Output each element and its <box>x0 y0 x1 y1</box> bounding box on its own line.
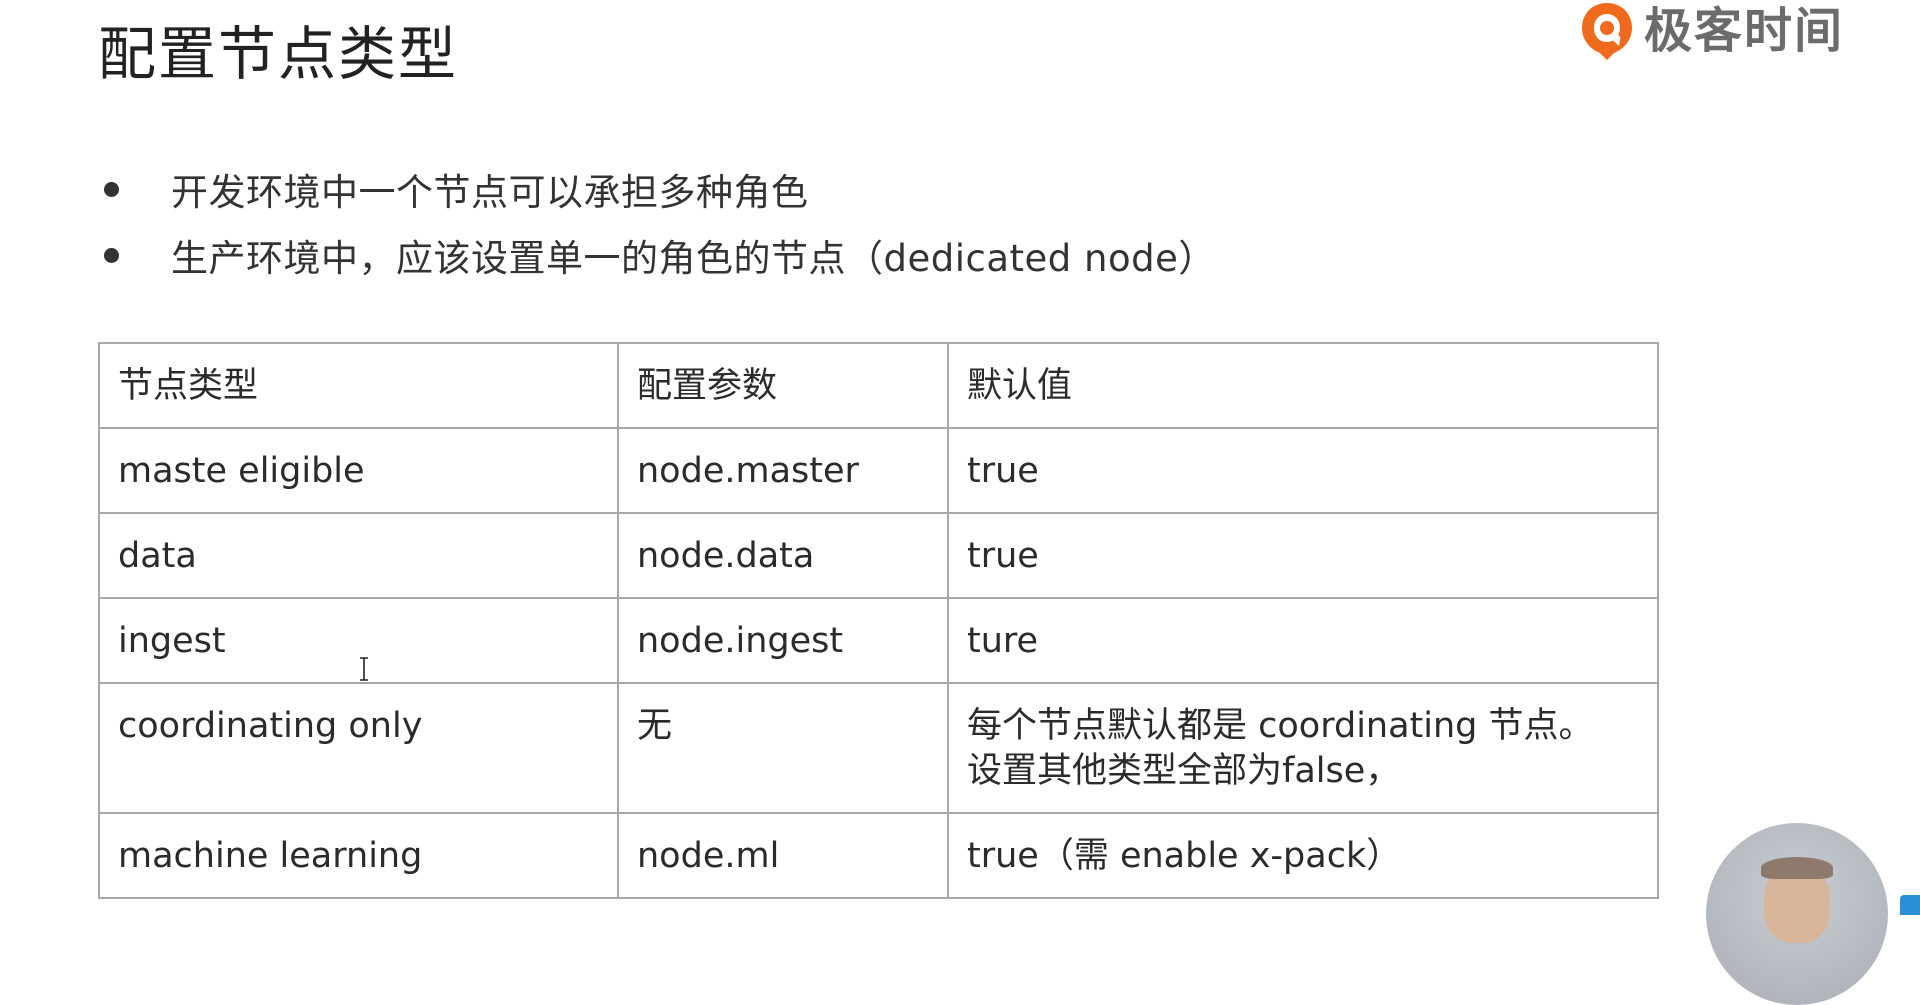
default-value-line: true（需 enable x-pack） <box>967 836 1402 876</box>
cell-node-type: machine learning <box>98 812 619 899</box>
cell-config-param: 无 <box>617 682 949 814</box>
table-row: data node.data true <box>98 512 1659 599</box>
bullet-dot-icon <box>104 247 119 263</box>
presenter-webcam <box>1706 823 1888 1005</box>
table-row: ingest node.ingest ture <box>98 597 1659 684</box>
cell-default-value: true <box>947 512 1659 599</box>
cell-config-param: node.data <box>617 512 949 599</box>
slide-title: 配置节点类型 <box>98 20 459 88</box>
cell-default-value: true（需 enable x-pack） <box>947 812 1659 899</box>
bullet-text: 生产环境中，应该设置单一的角色的节点（dedicated node） <box>171 237 1216 280</box>
cell-default-value: 每个节点默认都是 coordinating 节点。 设置其他类型全部为false… <box>947 682 1659 814</box>
brand-logo: 极客时间 <box>1578 0 1844 62</box>
node-type-table: 节点类型 配置参数 默认值 maste eligible node.master… <box>98 342 1659 899</box>
logo-text: 极客时间 <box>1644 3 1845 59</box>
header-default-value: 默认值 <box>947 342 1659 429</box>
cell-config-param: node.ml <box>617 812 949 899</box>
bullet-item: 开发环境中一个节点可以承担多种角色 <box>104 156 1216 222</box>
table-row: maste eligible node.master true <box>98 427 1659 514</box>
bullet-list: 开发环境中一个节点可以承担多种角色 生产环境中，应该设置单一的角色的节点（ded… <box>104 156 1216 288</box>
bullet-dot-icon <box>104 181 119 197</box>
cell-config-param: node.ingest <box>617 597 949 684</box>
cell-default-value: true <box>947 427 1659 514</box>
default-value-line: ture <box>967 621 1039 661</box>
text-cursor-icon <box>360 657 368 681</box>
cell-default-value: ture <box>947 597 1659 684</box>
header-node-type: 节点类型 <box>98 342 619 429</box>
cell-node-type: maste eligible <box>98 427 619 514</box>
app-corner-icon[interactable] <box>1900 895 1920 915</box>
cell-config-param: node.master <box>617 427 949 514</box>
cell-node-type: coordinating only <box>98 682 619 814</box>
cell-node-type: data <box>98 512 619 599</box>
table-row: machine learning node.ml true（需 enable x… <box>98 812 1659 899</box>
bullet-item: 生产环境中，应该设置单一的角色的节点（dedicated node） <box>104 222 1216 288</box>
presenter-hair <box>1761 857 1833 879</box>
geektime-logo-icon <box>1582 3 1632 60</box>
default-value-line: true <box>967 536 1039 576</box>
table-header-row: 节点类型 配置参数 默认值 <box>98 342 1659 429</box>
default-value-line: 每个节点默认都是 coordinating 节点。 <box>967 706 1594 746</box>
default-value-line: true <box>967 451 1039 491</box>
header-config-param: 配置参数 <box>617 342 949 429</box>
node-type-table-container: 节点类型 配置参数 默认值 maste eligible node.master… <box>98 342 1659 899</box>
bullet-text: 开发环境中一个节点可以承担多种角色 <box>171 171 809 214</box>
table-row: coordinating only 无 每个节点默认都是 coordinatin… <box>98 682 1659 814</box>
default-value-line: 设置其他类型全部为false， <box>967 751 1401 791</box>
